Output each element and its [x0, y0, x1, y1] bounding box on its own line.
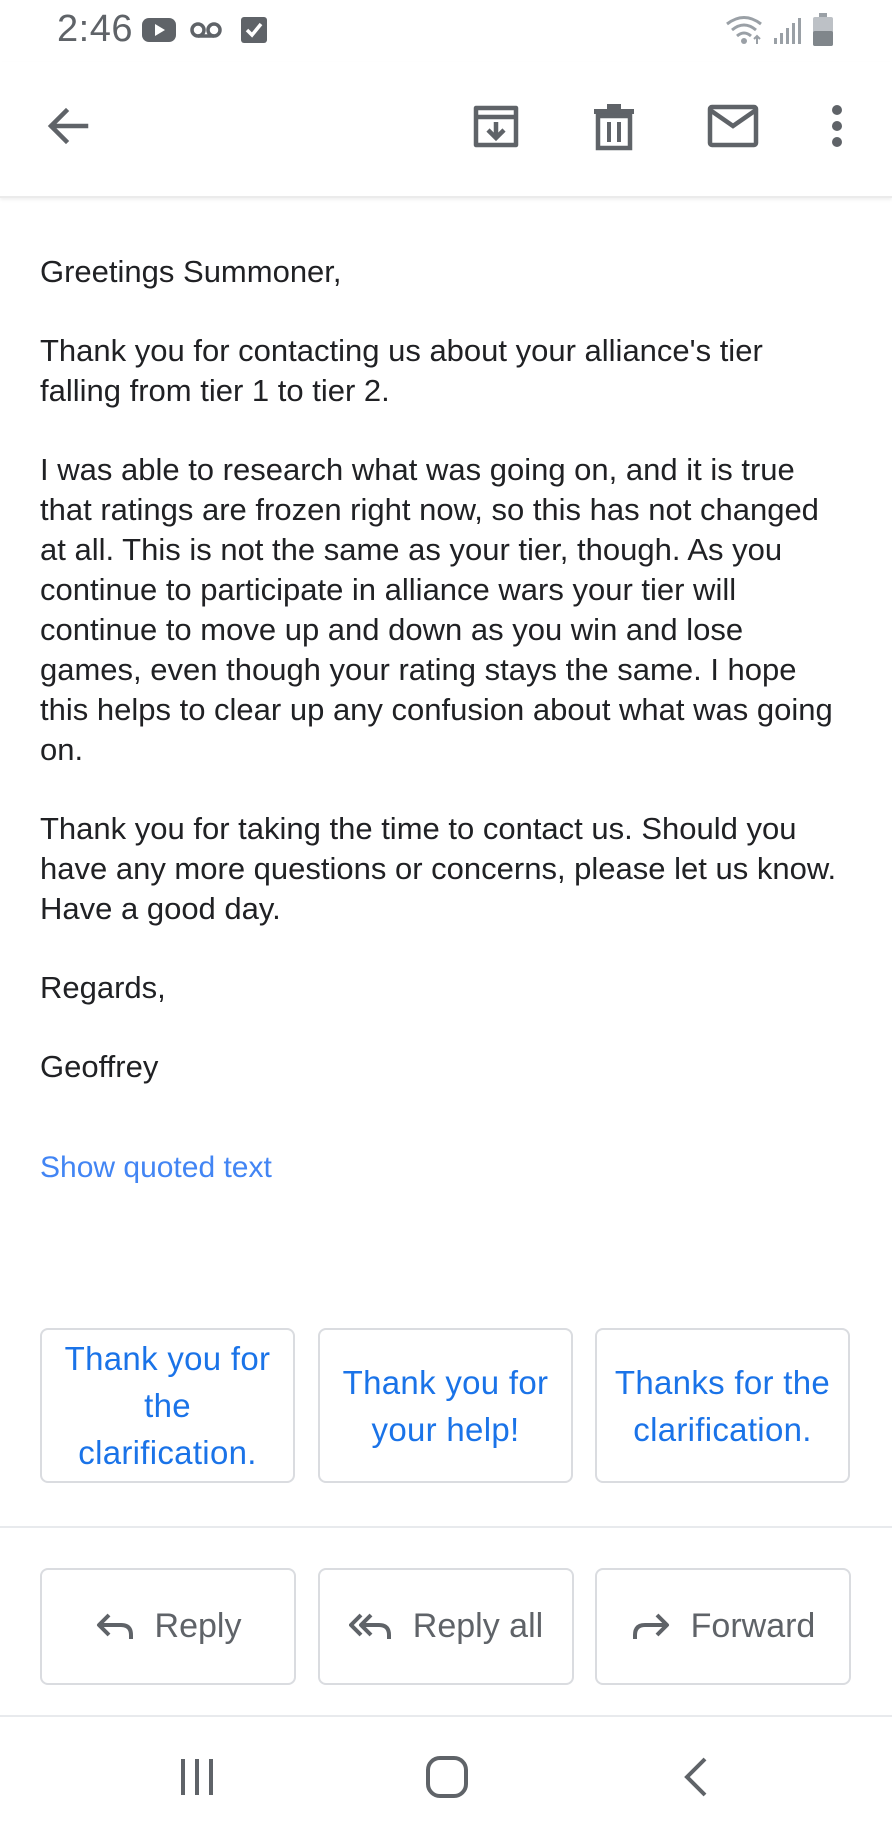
archive-button[interactable] [464, 94, 528, 158]
smart-reply-button[interactable]: Thank you for your help! [318, 1328, 573, 1483]
forward-label: Forward [690, 1607, 816, 1645]
status-bar: 2:46 [0, 0, 892, 62]
email-paragraph: Thank you for contacting us about your a… [40, 333, 763, 408]
youtube-icon [141, 15, 177, 50]
back-arrow-icon [47, 107, 89, 145]
email-closing: Regards, [40, 970, 166, 1005]
email-paragraph: Thank you for taking the time to contact… [40, 811, 837, 926]
signal-icon [772, 16, 802, 51]
reply-all-icon [348, 1613, 391, 1639]
divider [0, 1526, 892, 1528]
recent-apps-icon [181, 1759, 213, 1795]
archive-icon [473, 105, 519, 148]
home-icon [426, 1756, 468, 1798]
reply-icon [96, 1613, 133, 1639]
smart-reply-label: Thanks for the clarification. [614, 1363, 831, 1448]
chevron-left-icon [684, 1757, 707, 1797]
voicemail-icon [190, 18, 222, 47]
back-nav-button[interactable] [666, 1752, 726, 1802]
delete-button[interactable] [582, 94, 646, 158]
delete-icon [594, 104, 634, 151]
reply-all-button[interactable]: Reply all [318, 1568, 574, 1685]
smart-reply-button[interactable]: Thank you for the clarification. [40, 1328, 295, 1483]
forward-icon [632, 1613, 669, 1639]
back-button[interactable] [36, 94, 100, 158]
checkbox-icon [240, 15, 268, 50]
show-quoted-text-link[interactable]: Show quoted text [40, 1151, 272, 1185]
email-signature: Geoffrey [40, 1049, 159, 1084]
email-body: Greetings Summoner, Thank you for contac… [40, 252, 852, 1126]
mark-unread-button[interactable] [701, 94, 765, 158]
wifi-icon [724, 14, 764, 51]
email-toolbar [0, 62, 892, 198]
reply-all-label: Reply all [412, 1607, 544, 1645]
reply-label: Reply [154, 1607, 242, 1645]
email-paragraph: I was able to research what was going on… [40, 452, 833, 767]
smart-reply-label: Thank you for the clarification. [64, 1340, 271, 1471]
forward-button[interactable]: Forward [595, 1568, 851, 1685]
divider [0, 1715, 892, 1717]
battery-icon [812, 13, 834, 52]
smart-reply-label: Thank you for your help! [342, 1363, 549, 1448]
email-greeting: Greetings Summoner, [40, 254, 342, 289]
status-time: 2:46 [57, 8, 133, 50]
more-vert-icon [832, 105, 842, 147]
mark-unread-icon [707, 104, 759, 148]
recent-apps-button[interactable] [167, 1752, 227, 1802]
smart-reply-button[interactable]: Thanks for the clarification. [595, 1328, 850, 1483]
reply-button[interactable]: Reply [40, 1568, 296, 1685]
more-options-button[interactable] [805, 94, 869, 158]
home-button[interactable] [417, 1752, 477, 1802]
